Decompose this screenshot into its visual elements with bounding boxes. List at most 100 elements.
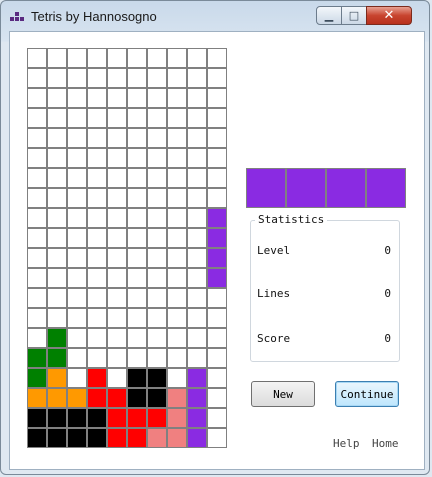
empty-cell bbox=[47, 208, 67, 228]
purple-block bbox=[246, 168, 286, 208]
empty-cell bbox=[27, 208, 47, 228]
empty-cell bbox=[167, 128, 187, 148]
empty-cell bbox=[187, 168, 207, 188]
empty-cell bbox=[107, 248, 127, 268]
purple-block bbox=[207, 208, 227, 228]
empty-cell bbox=[147, 208, 167, 228]
empty-cell bbox=[27, 108, 47, 128]
empty-cell bbox=[147, 168, 167, 188]
black-block bbox=[47, 428, 67, 448]
empty-cell bbox=[87, 128, 107, 148]
red-block bbox=[87, 388, 107, 408]
empty-cell bbox=[67, 128, 87, 148]
empty-cell bbox=[286, 48, 326, 88]
empty-cell bbox=[67, 368, 87, 388]
empty-cell bbox=[187, 48, 207, 68]
home-link[interactable]: Home bbox=[372, 437, 399, 450]
empty-cell bbox=[187, 308, 207, 328]
empty-cell bbox=[67, 268, 87, 288]
empty-cell bbox=[27, 308, 47, 328]
empty-cell bbox=[167, 288, 187, 308]
empty-cell bbox=[47, 308, 67, 328]
pink-block bbox=[167, 408, 187, 428]
empty-cell bbox=[67, 348, 87, 368]
close-button[interactable]: ✕ bbox=[366, 6, 412, 25]
close-icon: ✕ bbox=[383, 8, 395, 23]
empty-cell bbox=[87, 88, 107, 108]
help-link[interactable]: Help bbox=[333, 437, 360, 450]
empty-cell bbox=[187, 268, 207, 288]
purple-block bbox=[207, 248, 227, 268]
empty-cell bbox=[107, 88, 127, 108]
lines-value: 0 bbox=[384, 287, 391, 300]
empty-cell bbox=[207, 128, 227, 148]
empty-cell bbox=[187, 208, 207, 228]
empty-cell bbox=[87, 308, 107, 328]
black-block bbox=[47, 408, 67, 428]
purple-block bbox=[187, 428, 207, 448]
purple-block bbox=[187, 388, 207, 408]
new-game-button[interactable]: New bbox=[251, 381, 315, 407]
pink-block bbox=[167, 388, 187, 408]
empty-cell bbox=[47, 228, 67, 248]
empty-cell bbox=[207, 308, 227, 328]
empty-cell bbox=[107, 268, 127, 288]
empty-cell bbox=[27, 188, 47, 208]
green-block bbox=[47, 328, 67, 348]
empty-cell bbox=[207, 68, 227, 88]
empty-cell bbox=[326, 128, 366, 168]
red-block bbox=[147, 408, 167, 428]
green-block bbox=[27, 348, 47, 368]
minimize-button[interactable]: ▁ bbox=[316, 6, 342, 25]
empty-cell bbox=[246, 128, 286, 168]
empty-cell bbox=[107, 68, 127, 88]
empty-cell bbox=[127, 248, 147, 268]
red-block bbox=[107, 428, 127, 448]
pink-block bbox=[167, 428, 187, 448]
empty-cell bbox=[67, 168, 87, 188]
empty-cell bbox=[27, 228, 47, 248]
empty-cell bbox=[67, 188, 87, 208]
empty-cell bbox=[167, 168, 187, 188]
empty-cell bbox=[187, 188, 207, 208]
empty-cell bbox=[207, 328, 227, 348]
empty-cell bbox=[147, 348, 167, 368]
empty-cell bbox=[67, 88, 87, 108]
empty-cell bbox=[207, 188, 227, 208]
empty-cell bbox=[167, 348, 187, 368]
empty-cell bbox=[107, 348, 127, 368]
minimize-icon: ▁ bbox=[324, 9, 334, 22]
lines-label: Lines bbox=[257, 287, 291, 300]
empty-cell bbox=[87, 68, 107, 88]
orange-block bbox=[47, 388, 67, 408]
tetris-app-icon bbox=[10, 12, 24, 22]
empty-cell bbox=[127, 208, 147, 228]
empty-cell bbox=[167, 308, 187, 328]
empty-cell bbox=[27, 68, 47, 88]
empty-cell bbox=[187, 228, 207, 248]
maximize-button[interactable]: □ bbox=[341, 6, 367, 25]
empty-cell bbox=[147, 248, 167, 268]
empty-cell bbox=[27, 268, 47, 288]
empty-cell bbox=[47, 268, 67, 288]
orange-block bbox=[67, 388, 87, 408]
black-block bbox=[87, 428, 107, 448]
empty-cell bbox=[27, 88, 47, 108]
empty-cell bbox=[87, 168, 107, 188]
level-value: 0 bbox=[384, 244, 391, 257]
black-block bbox=[147, 368, 167, 388]
empty-cell bbox=[366, 88, 406, 128]
game-board[interactable] bbox=[27, 48, 227, 448]
empty-cell bbox=[107, 108, 127, 128]
continue-button[interactable]: Continue bbox=[335, 381, 399, 407]
empty-cell bbox=[47, 248, 67, 268]
empty-cell bbox=[107, 328, 127, 348]
black-block bbox=[67, 408, 87, 428]
empty-cell bbox=[326, 48, 366, 88]
title-bar[interactable]: Tetris by Hannosogno ▁ □ ✕ bbox=[1, 1, 431, 31]
black-block bbox=[87, 408, 107, 428]
empty-cell bbox=[167, 268, 187, 288]
empty-cell bbox=[147, 328, 167, 348]
score-label: Score bbox=[257, 332, 291, 345]
empty-cell bbox=[246, 88, 286, 128]
